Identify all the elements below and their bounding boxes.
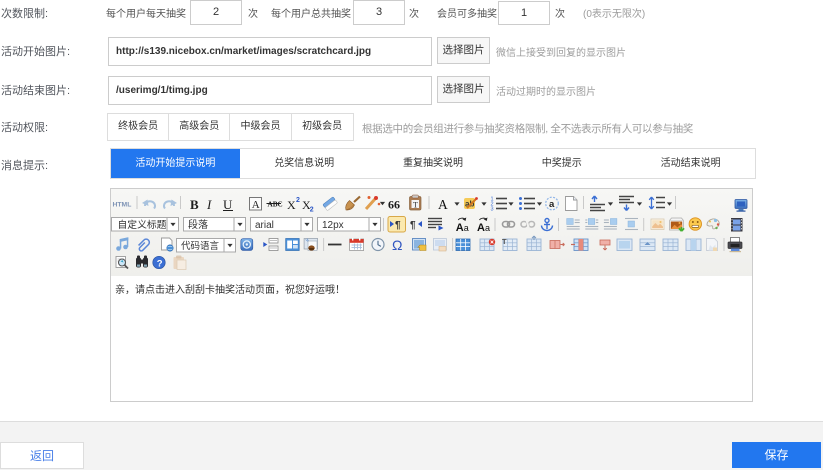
svg-text:2: 2: [296, 197, 300, 204]
svg-text:B: B: [190, 197, 199, 212]
svg-text:Ω: Ω: [392, 237, 402, 253]
svg-text:66: 66: [388, 198, 400, 212]
svg-text:a: a: [485, 223, 490, 233]
svg-text:段落: 段落: [188, 218, 208, 231]
svg-text:T: T: [502, 237, 507, 246]
svg-text:¶: ¶: [395, 220, 401, 231]
svg-text:a: a: [464, 223, 469, 233]
svg-text:U: U: [223, 197, 233, 212]
svg-text:?: ?: [157, 258, 163, 269]
svg-text:2: 2: [310, 207, 314, 214]
svg-text:12px: 12px: [322, 220, 344, 231]
svg-text:3: 3: [491, 207, 494, 213]
svg-text:A: A: [252, 199, 260, 211]
svg-text:a: a: [549, 199, 555, 210]
svg-text:¶: ¶: [410, 220, 416, 231]
svg-text:T: T: [413, 200, 418, 209]
svg-text:ABC: ABC: [268, 201, 283, 209]
svg-text:X: X: [287, 198, 296, 212]
svg-text:A: A: [438, 197, 448, 212]
svg-text:A: A: [456, 222, 464, 234]
svg-text:arial: arial: [255, 220, 274, 231]
svg-text:HTML: HTML: [113, 202, 132, 209]
svg-text:A: A: [477, 222, 485, 234]
svg-text:I: I: [206, 197, 212, 212]
svg-text:代码语言: 代码语言: [181, 240, 220, 252]
svg-text:自定义标题: 自定义标题: [118, 218, 167, 231]
